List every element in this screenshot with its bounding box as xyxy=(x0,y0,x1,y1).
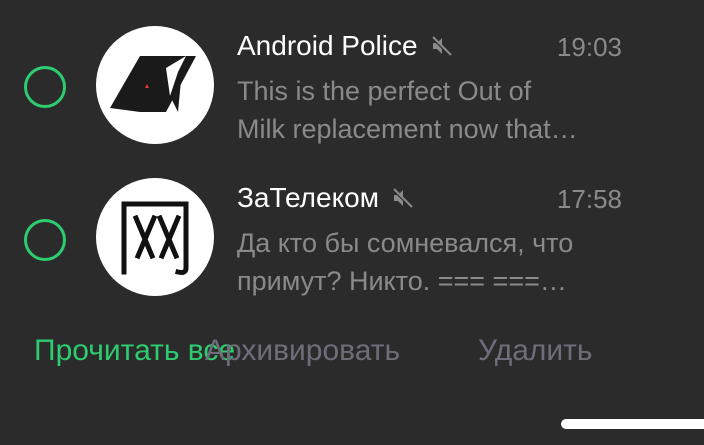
chat-name: ЗаТелеком xyxy=(237,182,379,213)
edit-actions-bar: Прочитать все Архивировать Удалить xyxy=(0,334,704,374)
preview-line-2: Milk replacement now that… xyxy=(237,114,578,144)
muted-icon xyxy=(391,187,413,209)
chat-preview: This is the perfect Out of Milk replacem… xyxy=(237,72,627,148)
preview-line-1: Да кто бы сомневался, что xyxy=(237,228,574,258)
avatar xyxy=(96,178,214,296)
archive-button[interactable]: Архивировать xyxy=(205,334,400,368)
preview-line-2: примут? Никто. === ===… xyxy=(237,266,567,296)
chat-time: 19:03 xyxy=(556,32,622,62)
android-police-logo-icon xyxy=(110,56,196,112)
delete-button[interactable]: Удалить xyxy=(478,334,593,368)
select-circle[interactable] xyxy=(24,66,66,108)
chat-row-android-police[interactable]: Android Police 19:03 This is the perfect… xyxy=(0,26,704,176)
avatar xyxy=(96,26,214,144)
chat-name: Android Police xyxy=(237,30,418,61)
select-circle[interactable] xyxy=(24,219,66,261)
chat-preview: Да кто бы сомневался, что примут? Никто.… xyxy=(237,224,627,300)
chat-time: 17:58 xyxy=(556,184,622,214)
preview-line-1: This is the perfect Out of xyxy=(237,76,532,106)
chat-title: Android Police xyxy=(237,30,454,62)
chat-title: ЗаТелеком xyxy=(237,182,415,214)
muted-icon xyxy=(430,35,452,57)
chat-row-zatelekom[interactable]: ЗаТелеком 17:58 Да кто бы сомневался, чт… xyxy=(0,178,704,328)
chat-list-screen: Android Police 19:03 This is the perfect… xyxy=(0,0,704,445)
home-indicator[interactable] xyxy=(561,419,704,429)
wang-character-logo-icon xyxy=(121,201,189,275)
